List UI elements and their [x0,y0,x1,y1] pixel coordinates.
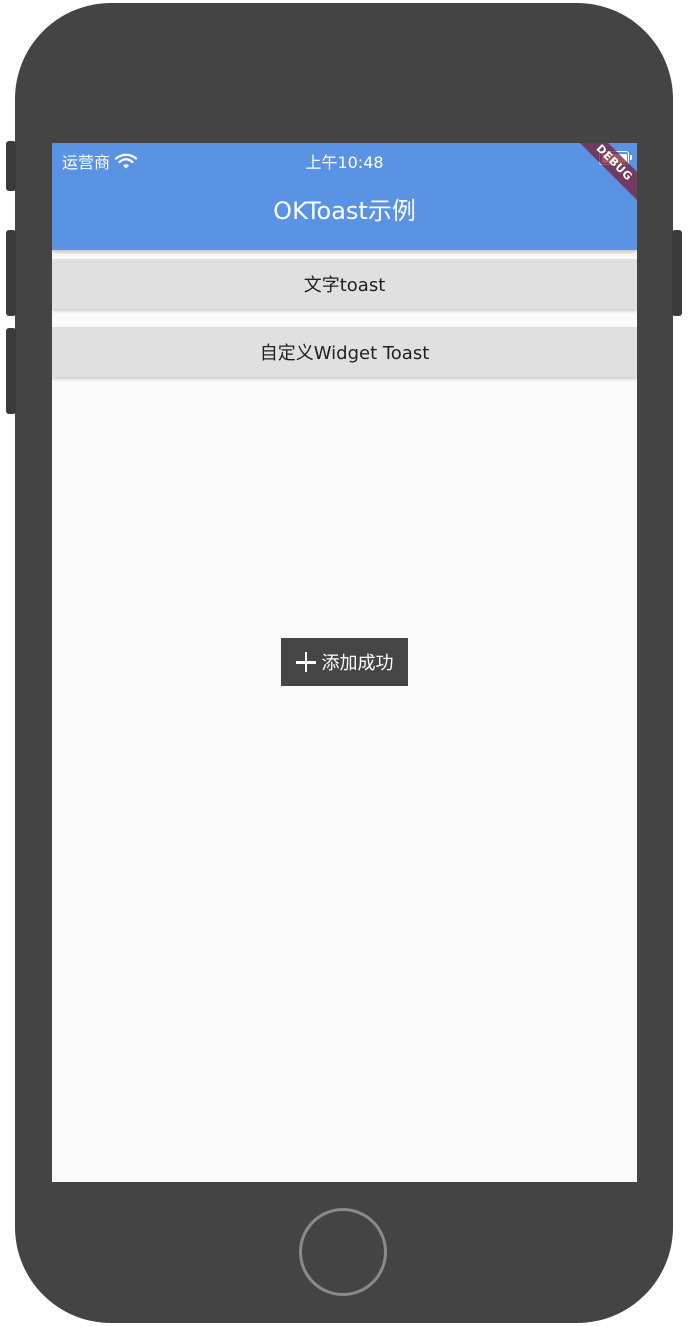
volume-down-button [6,328,16,414]
screen: 运营商 上午10:48 OKToast示例 DEBUG 文字toast 自定义W… [52,143,637,1182]
power-button [672,230,682,316]
page-title: OKToast示例 [273,197,416,225]
status-bar: 运营商 上午10:48 [52,143,637,175]
home-button[interactable] [299,1208,387,1296]
toast: 添加成功 [281,638,408,686]
custom-widget-toast-button[interactable]: 自定义Widget Toast [52,327,637,377]
volume-up-button [6,230,16,316]
toast-text: 添加成功 [321,653,394,674]
app-bar: 运营商 上午10:48 OKToast示例 [52,143,637,250]
mute-switch [6,141,16,191]
clock: 上午10:48 [305,153,384,172]
text-toast-button[interactable]: 文字toast [52,259,637,309]
plus-icon [295,652,316,672]
